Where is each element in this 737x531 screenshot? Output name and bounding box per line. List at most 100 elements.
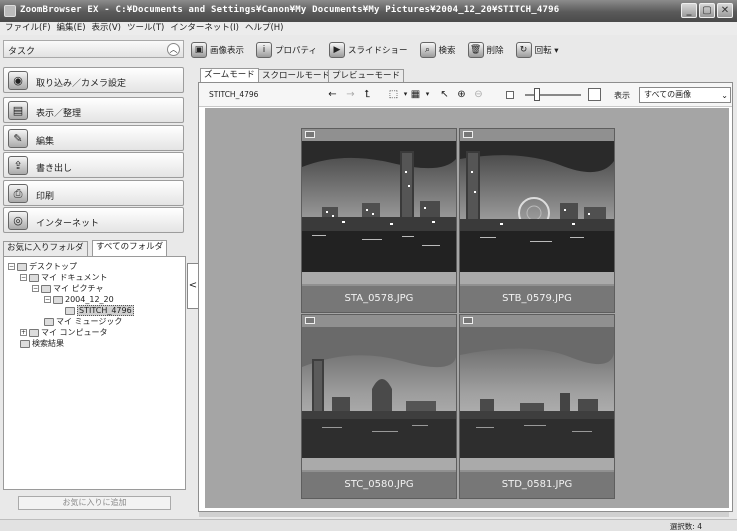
horizontal-scrollbar[interactable] [199, 512, 729, 517]
tab-preview-mode[interactable]: プレビューモード [328, 69, 405, 83]
photo-badge-icon [463, 317, 473, 324]
task-button-import[interactable]: ◉ 取り込み／カメラ設定 [3, 67, 184, 93]
toolbar-delete[interactable]: 削除 [487, 44, 504, 56]
large-thumb-icon [588, 88, 601, 101]
task-button-export[interactable]: ⇪ 書き出し [3, 152, 184, 178]
slideshow-icon[interactable]: ▶ [329, 42, 346, 58]
title-bar: ZoomBrowser EX - C:¥Documents and Settin… [0, 0, 737, 22]
thumbnail-item[interactable]: STA_0578.JPG [301, 128, 457, 313]
photo-dusk-left [302, 327, 456, 458]
zoom-in-icon[interactable]: ⊕ [455, 88, 468, 101]
thumbnail-caption: STC_0580.JPG [302, 472, 456, 498]
up-folder-icon[interactable]: ⮤ [361, 88, 374, 101]
toolbar-properties[interactable]: プロパティ [275, 44, 317, 56]
tree-toggle[interactable]: − [32, 285, 39, 292]
properties-info-icon[interactable]: i [256, 42, 273, 58]
task-panel-header[interactable]: タスク ︿ [3, 40, 184, 58]
tree-toggle[interactable]: − [44, 296, 51, 303]
tree-node-2004-12-20[interactable]: −2004_12_20 [44, 294, 114, 305]
toolbar: ▣ 画像表示 i プロパティ ▶ スライドショー ⌕ 検索 🗑 削除 ↻ 回転 … [191, 42, 559, 58]
task-button-internet[interactable]: ◎ インターネット [3, 207, 184, 233]
tab-all-folders[interactable]: すべてのフォルダ [92, 240, 168, 256]
toolbar-search[interactable]: 検索 [439, 44, 456, 56]
tree-node-my-documents[interactable]: − マイ ドキュメント [20, 272, 108, 283]
task-button-label: 印刷 [36, 192, 55, 202]
task-button-print[interactable]: ⎙ 印刷 [3, 180, 184, 206]
back-arrow-icon[interactable]: ← [326, 88, 339, 101]
small-thumb-icon [506, 91, 514, 99]
app-icon [4, 5, 16, 17]
selection-count: 選択数: 4 [669, 522, 702, 531]
tree-toggle[interactable]: − [8, 263, 15, 270]
folder-view-icon: ▤ [8, 101, 28, 120]
tree-node-my-pictures[interactable]: − マイ ピクチャ [32, 283, 103, 294]
chevron-up-icon[interactable]: ︿ [167, 43, 180, 56]
toolbar-image-view[interactable]: 画像表示 [210, 44, 244, 56]
photo-badge-icon [463, 131, 473, 138]
menu-tools[interactable]: ツール(T) [124, 22, 167, 35]
menu-file[interactable]: ファイル(F) [2, 22, 54, 35]
folder-icon [44, 317, 54, 326]
folder-tree: − デスクトップ − マイ ドキュメント − マイ ピクチャ −2004_12_20 … [3, 256, 186, 490]
photo-badge-icon [305, 131, 315, 138]
tab-zoom-mode[interactable]: ズームモード [200, 68, 259, 83]
add-favorite-button[interactable]: お気に入りに追加 [18, 496, 171, 510]
task-button-label: 編集 [36, 137, 55, 147]
viewer-toolbar: STITCH_4796 ← → ⮤ ⬚ ▾ ▦ ▾ ↖ ⊕ ⊖ 表示 すべての画… [199, 83, 732, 107]
rotate-icon[interactable]: ↻ [515, 42, 532, 58]
tree-node-desktop[interactable]: − デスクトップ [8, 261, 77, 272]
menu-bar: ファイル(F) 編集(E) 表示(V) ツール(T) インターネット(I) ヘル… [0, 22, 737, 35]
task-button-label: 取り込み／カメラ設定 [36, 79, 127, 89]
search-magnifier-icon[interactable]: ⌕ [419, 42, 436, 58]
zoom-out-icon[interactable]: ⊖ [472, 88, 485, 101]
tree-node-my-computer[interactable]: + マイ コンピュータ [20, 327, 108, 338]
forward-arrow-icon[interactable]: → [344, 88, 357, 101]
image-view-icon[interactable]: ▣ [191, 42, 207, 58]
chevron-down-icon[interactable]: ▾ [421, 88, 434, 101]
thumbnail-caption: STD_0581.JPG [460, 472, 614, 498]
thumbnail-item[interactable]: STB_0579.JPG [459, 128, 615, 313]
minimize-button[interactable]: _ [681, 3, 697, 18]
trash-icon[interactable]: 🗑 [467, 42, 484, 58]
task-button-edit[interactable]: ✎ 編集 [3, 125, 184, 151]
task-button-label: 表示／整理 [36, 109, 82, 119]
search-results-icon [20, 339, 30, 348]
display-filter-value: すべての画像 [644, 90, 692, 99]
internet-globe-icon: ◎ [8, 211, 28, 230]
photo-dusk-right [460, 327, 614, 458]
window-title: ZoomBrowser EX - C:¥Documents and Settin… [20, 5, 560, 15]
thumbnail-item[interactable]: STC_0580.JPG [301, 314, 457, 499]
folder-icon [41, 284, 51, 293]
tree-toggle[interactable]: − [20, 274, 27, 281]
task-header-label: タスク [8, 47, 36, 57]
tab-favorite-folders[interactable]: お気に入りフォルダ [3, 241, 88, 256]
export-icon: ⇪ [8, 156, 28, 175]
menu-internet[interactable]: インターネット(I) [167, 22, 242, 35]
task-button-view-organize[interactable]: ▤ 表示／整理 [3, 97, 184, 123]
display-label: 表示 [614, 91, 630, 100]
menu-view[interactable]: 表示(V) [89, 22, 124, 35]
thumbnail-item[interactable]: STD_0581.JPG [459, 314, 615, 499]
maximize-button[interactable]: ▢ [699, 3, 715, 18]
toolbar-slideshow[interactable]: スライドショー [348, 44, 408, 56]
menu-help[interactable]: ヘルプ(H) [242, 22, 287, 35]
tree-toggle[interactable]: + [20, 329, 27, 336]
desktop-icon [17, 262, 27, 271]
tree-node-my-music[interactable]: マイ ミュージック [44, 316, 122, 327]
slider-knob[interactable] [534, 88, 540, 101]
tab-scroll-mode[interactable]: スクロールモード [258, 69, 335, 83]
camera-icon: ◉ [8, 71, 28, 90]
close-button[interactable]: ✕ [717, 3, 733, 18]
thumbnail-strip [460, 272, 614, 284]
tree-node-stitch-4796[interactable]: STITCH_4796 [65, 305, 134, 316]
display-filter-select[interactable]: すべての画像 ⌄ [639, 87, 731, 103]
toolbar-rotate[interactable]: 回転 ▾ [535, 44, 559, 56]
tree-node-search-results[interactable]: 検索結果 [20, 338, 64, 349]
printer-icon: ⎙ [8, 184, 28, 203]
menu-edit[interactable]: 編集(E) [54, 22, 89, 35]
status-bar: 選択数: 4 [0, 519, 737, 531]
folder-icon [65, 306, 75, 315]
chevron-down-icon: ⌄ [721, 91, 728, 100]
breadcrumb: STITCH_4796 [209, 90, 259, 99]
pointer-icon[interactable]: ↖ [438, 88, 451, 101]
